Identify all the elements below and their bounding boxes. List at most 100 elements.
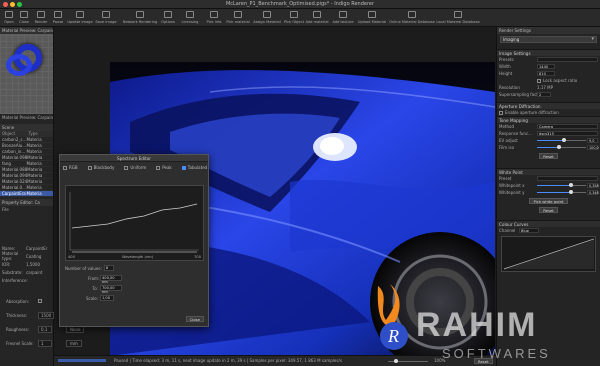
toolbar-close-button[interactable]: Close <box>17 10 31 26</box>
image-settings-title: Image Settings <box>497 49 600 56</box>
toolbar-local-material-db-button[interactable]: Local Material Database <box>436 10 480 26</box>
to-input[interactable]: 700,00 nm <box>100 285 122 294</box>
whitepoint-y-value[interactable]: 0,348 <box>587 190 599 195</box>
scene-row-type: Materia <box>26 185 42 190</box>
presets-dropdown[interactable] <box>537 57 598 62</box>
white-point-title: White Point <box>497 168 600 175</box>
toolbar-add-texture-button[interactable]: Add texture <box>332 10 354 26</box>
scene-row-type: Materia <box>26 137 42 142</box>
option-uniform[interactable]: Uniform <box>124 165 146 170</box>
num-values-field: Number of values: 8 <box>65 265 114 271</box>
option-blackbody[interactable]: Blackbody <box>87 165 114 170</box>
film-iso-knob[interactable] <box>557 145 561 149</box>
aperture-checkbox[interactable] <box>499 110 503 115</box>
ev-adjust-knob[interactable] <box>562 138 566 142</box>
preview-caption: Material Preview: CarpaintEra <box>2 115 53 120</box>
whitepoint-x-slider[interactable]: 0,358 <box>537 183 599 188</box>
prop-substrate: Substrate: carpaint <box>2 269 43 275</box>
method-dropdown[interactable]: Camera <box>537 124 598 129</box>
toolbar-network-rendering-button[interactable]: Network Rendering <box>121 10 159 26</box>
from-input[interactable]: 400,00 nm <box>100 275 122 284</box>
globe-icon <box>408 11 416 18</box>
toolbar-save-image-button[interactable]: Save image <box>95 10 117 26</box>
pick-white-point-button[interactable]: Pick white point <box>529 198 568 204</box>
lock-aspect-checkbox[interactable] <box>537 78 541 83</box>
prop-material-type: Material type: Coating <box>2 251 42 261</box>
toolbar-online-material-db-button[interactable]: Online Material Database <box>389 10 435 26</box>
close-button[interactable]: Close <box>185 316 204 322</box>
option-tabulated[interactable]: Tabulated <box>181 165 207 170</box>
whitepoint-x-value[interactable]: 0,358 <box>587 183 599 188</box>
tone-reset-button[interactable]: Reset <box>539 153 558 159</box>
eyedropper-icon <box>234 11 242 18</box>
scene-row-name: Material.088 <box>2 167 28 172</box>
response-field: Response func... dscs315 <box>497 130 600 137</box>
status-reset-button[interactable]: Reset <box>474 358 493 364</box>
peak-checkbox[interactable] <box>156 165 161 170</box>
scene-row-type: Materia <box>27 167 43 172</box>
width-input[interactable]: 1440 <box>537 64 555 69</box>
mode-dropdown[interactable]: Imaging <box>500 36 597 43</box>
tabulated-checkbox[interactable] <box>181 165 186 170</box>
save-icon <box>102 11 110 18</box>
whitepoint-y-knob[interactable] <box>569 190 573 194</box>
height-field: Height 810 <box>497 70 600 77</box>
toolbar-open-button[interactable]: Open <box>2 10 16 26</box>
channel-dropdown[interactable]: Blue <box>519 228 539 233</box>
close-icon <box>20 11 28 18</box>
cursor-icon <box>290 11 298 18</box>
white-reset-button[interactable]: Reset <box>539 207 558 213</box>
response-dropdown[interactable]: dscs315 <box>537 131 598 136</box>
option-peak[interactable]: Peak <box>156 165 172 170</box>
material-preview <box>0 34 53 114</box>
presets-field: Presets <box>497 56 600 63</box>
toolbar-add-material-button[interactable]: Add material <box>305 10 329 26</box>
option-rgb[interactable]: RGB <box>63 165 78 170</box>
key-icon <box>186 11 194 18</box>
num-values-input[interactable]: 8 <box>103 265 114 271</box>
refresh-icon <box>76 11 84 18</box>
scene-row-name: BronzeAlu... <box>2 143 27 148</box>
width-field: Width 1440 <box>497 63 600 70</box>
ev-adjust-field: EV adjust 9,0 <box>497 137 600 144</box>
file-menu[interactable]: File <box>0 206 53 213</box>
supersampling-input[interactable]: 2 <box>537 92 551 97</box>
scale-input[interactable]: 1,00 <box>100 295 114 301</box>
spectrum-graph[interactable]: 400 Wavelength (nm) 700 <box>65 185 204 261</box>
channel-field: Channel Blue <box>497 227 600 234</box>
colour-curve-editor[interactable] <box>501 236 596 272</box>
whitepoint-y-slider[interactable]: 0,348 <box>537 190 599 195</box>
toolbar-pick-material-button[interactable]: Pick material <box>226 10 250 26</box>
uniform-checkbox[interactable] <box>124 165 129 170</box>
scene-row[interactable]: CarpaintEra Materia <box>0 191 53 197</box>
toolbar-update-image-button[interactable]: Update image <box>67 10 93 26</box>
film-iso-slider[interactable]: 100,0 <box>537 145 599 150</box>
film-iso-value[interactable]: 100,0 <box>587 145 599 150</box>
scene-row-name: Material.098 <box>2 155 28 160</box>
spectrum-type-options: RGB Blackbody Uniform Peak Tabulated <box>60 162 208 173</box>
toolbar-options-button[interactable]: Options <box>160 10 176 26</box>
scale-field: Scale: 1,00 <box>86 295 114 301</box>
status-text: Paused | Time elapsed: 3 m, 11 s, next i… <box>114 358 342 363</box>
scene-row-name: Material.094 <box>2 173 28 178</box>
ev-adjust-slider[interactable]: 9,0 <box>537 138 598 143</box>
toolbar-licensing-button[interactable]: Licensing <box>181 10 199 26</box>
film-iso-field: Film iso 100,0 <box>499 145 599 150</box>
whitepoint-x-knob[interactable] <box>569 183 573 187</box>
height-input[interactable]: 810 <box>537 71 555 76</box>
absorption-checkbox[interactable] <box>38 299 42 303</box>
ev-adjust-value[interactable]: 9,0 <box>587 138 598 143</box>
toolbar-render-button[interactable]: Render <box>33 10 49 26</box>
spectrum-editor-dialog: Spectrum Editor RGB Blackbody Uniform Pe… <box>59 154 209 327</box>
blackbody-checkbox[interactable] <box>87 165 92 170</box>
toolbar-upload-material-button[interactable]: Upload Material <box>358 10 386 26</box>
toolbar-pause-button[interactable]: Pause <box>51 10 65 26</box>
preset-dropdown[interactable] <box>537 176 598 181</box>
rgb-checkbox[interactable] <box>63 165 67 170</box>
from-field: From: 400,00 nm <box>88 275 122 284</box>
toolbar-assign-material-button[interactable]: Assign Material <box>253 10 281 26</box>
zoom-slider-knob[interactable] <box>394 359 398 363</box>
toolbar-pick-info-button[interactable]: Pick info <box>206 10 222 26</box>
colour-curves-title: Colour Curves <box>497 220 600 227</box>
toolbar-pick-object-button[interactable]: Pick Object <box>284 10 304 26</box>
